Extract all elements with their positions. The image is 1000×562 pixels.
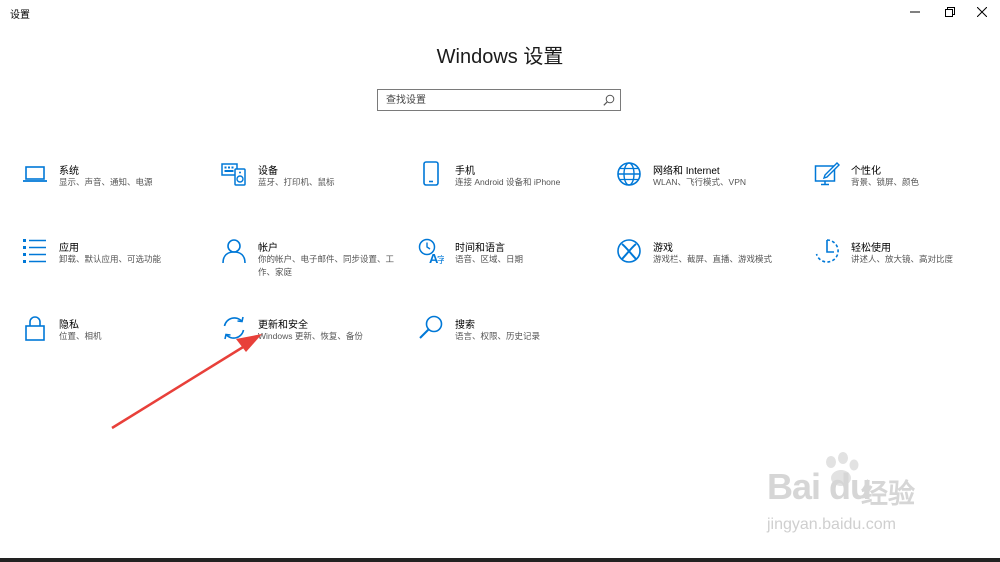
close-icon: [977, 7, 987, 17]
tile-description: 语音、区域、日期: [455, 254, 524, 264]
tile-name: 搜索: [455, 320, 475, 331]
tile-gaming[interactable]: 游戏 游戏栏、截屏、直播、游戏模式: [616, 238, 796, 288]
account-icon: [221, 238, 247, 264]
tile-devices[interactable]: 设备 蓝牙、打印机、鼠标: [221, 161, 401, 211]
app-title: 设置: [10, 10, 30, 21]
tile-description: 位置、相机: [59, 331, 102, 341]
restore-icon: [945, 7, 955, 17]
tile-apps[interactable]: 应用 卸载、默认应用、可选功能: [22, 238, 202, 288]
restore-button[interactable]: [932, 0, 968, 24]
tile-name: 网络和 Internet: [653, 166, 720, 177]
tile-description: 卸载、默认应用、可选功能: [59, 254, 162, 264]
tile-description: 语言、权限、历史记录: [455, 331, 541, 341]
search-box[interactable]: [377, 89, 621, 111]
phone-icon: [418, 161, 444, 187]
tile-system[interactable]: 系统 显示、声音、通知、电源: [22, 161, 202, 211]
laptop-icon: [22, 161, 48, 187]
tile-name: 游戏: [653, 243, 673, 254]
tile-search[interactable]: 搜索 语言、权限、历史记录: [418, 315, 598, 365]
tile-phone[interactable]: 手机 连接 Android 设备和 iPhone: [418, 161, 598, 211]
tile-ease-of-access[interactable]: 轻松使用 讲述人、放大镜、高对比度: [814, 238, 994, 288]
apps-list-icon: [22, 238, 48, 264]
search-icon[interactable]: [603, 94, 615, 106]
tile-name: 隐私: [59, 320, 79, 331]
tile-name: 系统: [59, 166, 79, 177]
devices-icon: [221, 161, 247, 187]
search-input[interactable]: [378, 90, 598, 110]
svg-text:字: 字: [437, 254, 444, 264]
tile-privacy[interactable]: 隐私 位置、相机: [22, 315, 202, 365]
tile-description: Windows 更新、恢复、备份: [258, 331, 363, 341]
tile-update-security[interactable]: 更新和安全 Windows 更新、恢复、备份: [221, 315, 401, 365]
tile-description: 你的帐户、电子邮件、同步设置、工作、家庭: [258, 254, 395, 277]
tile-name: 轻松使用: [851, 243, 891, 254]
tile-name: 个性化: [851, 166, 881, 177]
globe-icon: [616, 161, 642, 187]
tile-name: 应用: [59, 243, 79, 254]
title-bar: 设置: [0, 0, 1000, 24]
tile-name: 时间和语言: [455, 243, 505, 254]
watermark-url: jingyan.baidu.com: [767, 516, 896, 533]
watermark-cn-text: 经验: [861, 479, 915, 509]
bottom-edge: [0, 558, 1000, 562]
tile-description: 游戏栏、截屏、直播、游戏模式: [653, 254, 773, 264]
page-title: Windows 设置: [436, 46, 564, 68]
watermark-logo-text: Bai du: [767, 466, 872, 507]
baidu-watermark: Bai du 经验 jingyan.baidu.com: [757, 452, 947, 552]
tile-description: 连接 Android 设备和 iPhone: [455, 177, 561, 187]
tile-name: 手机: [455, 166, 475, 177]
tile-accounts[interactable]: 帐户 你的帐户、电子邮件、同步设置、工作、家庭: [221, 238, 401, 288]
tile-personalization[interactable]: 个性化 背景、锁屏、颜色: [814, 161, 994, 211]
close-button[interactable]: [964, 0, 1000, 24]
sync-icon: [221, 315, 247, 341]
tile-description: 背景、锁屏、颜色: [851, 177, 920, 187]
tile-name: 更新和安全: [258, 320, 308, 331]
tile-description: 蓝牙、打印机、鼠标: [258, 177, 335, 187]
tile-time-language[interactable]: A字 时间和语言 语音、区域、日期: [418, 238, 598, 288]
minimize-icon: [910, 11, 920, 13]
tile-description: WLAN、飞行模式、VPN: [653, 177, 747, 187]
lock-icon: [22, 315, 48, 341]
tile-name: 帐户: [258, 243, 278, 254]
minimize-button[interactable]: [897, 0, 933, 24]
search-magnifier-icon: [418, 315, 444, 341]
tile-description: 讲述人、放大镜、高对比度: [851, 254, 954, 264]
tile-description: 显示、声音、通知、电源: [59, 177, 153, 187]
xbox-icon: [616, 238, 642, 264]
time-language-icon: A字: [418, 238, 444, 264]
tile-network[interactable]: 网络和 Internet WLAN、飞行模式、VPN: [616, 161, 796, 211]
ease-of-access-icon: [814, 238, 840, 264]
personalization-icon: [814, 161, 840, 187]
tile-name: 设备: [258, 166, 278, 177]
